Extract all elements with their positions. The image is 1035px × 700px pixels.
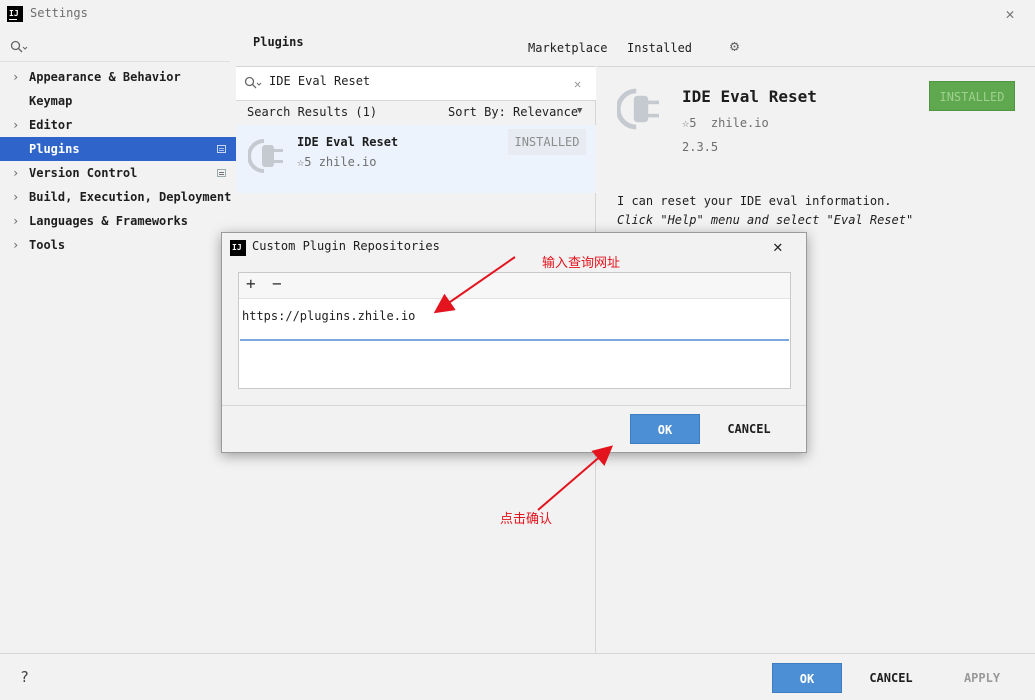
results-header: Search Results (1) Sort By: Relevance ▼ <box>236 101 596 125</box>
ok-button[interactable]: OK <box>772 663 842 693</box>
sidebar-item-label: Appearance & Behavior <box>29 70 181 84</box>
chevron-right-icon[interactable]: › <box>12 65 19 89</box>
project-settings-icon <box>217 145 226 153</box>
installed-badge: INSTALLED <box>508 129 586 155</box>
plugin-plug-icon <box>615 85 665 136</box>
dialog-divider <box>222 405 806 406</box>
sidebar-item-label: Editor <box>29 118 73 132</box>
app-logo-icon: IJ <box>230 240 246 256</box>
search-icon <box>10 40 28 57</box>
input-underline <box>240 339 789 341</box>
chevron-right-icon[interactable]: › <box>12 161 19 185</box>
sidebar-item-tools[interactable]: › Tools <box>0 233 236 257</box>
bottom-bar: ? OK CANCEL APPLY <box>0 653 1035 700</box>
dialog-cancel-button[interactable]: CANCEL <box>718 414 780 444</box>
results-count-label: Search Results (1) <box>247 105 378 119</box>
installed-button[interactable]: INSTALLED <box>929 81 1015 111</box>
add-repository-button[interactable]: + <box>246 274 256 293</box>
chevron-down-icon[interactable]: ▼ <box>577 106 582 116</box>
dialog-title: Custom Plugin Repositories <box>252 239 440 253</box>
sidebar-item-languages-frameworks[interactable]: › Languages & Frameworks <box>0 209 236 233</box>
clear-search-icon[interactable]: ✕ <box>574 77 581 91</box>
sidebar-item-label: Version Control <box>29 166 138 180</box>
annotation-input-note: 输入查询网址 <box>542 256 621 271</box>
list-toolbar: + − <box>239 273 790 299</box>
sidebar-item-label: Keymap <box>29 94 73 108</box>
chevron-right-icon[interactable]: › <box>12 209 19 233</box>
apply-button[interactable]: APPLY <box>950 663 1014 693</box>
sidebar-item-plugins[interactable]: Plugins <box>0 137 236 161</box>
detail-rating: ☆5 zhile.io <box>682 116 769 130</box>
plugin-name: IDE Eval Reset <box>297 135 399 149</box>
app-logo-icon: IJ <box>7 6 23 22</box>
close-icon[interactable]: ✕ <box>773 237 783 256</box>
window-title: Settings <box>30 6 88 20</box>
custom-repositories-dialog: IJ Custom Plugin Repositories ✕ + − http… <box>221 232 807 453</box>
sidebar-item-keymap[interactable]: Keymap <box>0 89 236 113</box>
tab-installed[interactable]: Installed <box>627 41 692 55</box>
sort-by-dropdown[interactable]: Sort By: Relevance <box>448 105 578 119</box>
chevron-right-icon[interactable]: › <box>12 233 19 257</box>
project-settings-icon <box>217 169 226 177</box>
sidebar-item-label: Languages & Frameworks <box>29 214 188 228</box>
chevron-right-icon[interactable]: › <box>12 185 19 209</box>
help-button[interactable]: ? <box>20 668 29 686</box>
title-bar: IJ Settings ✕ <box>0 0 1035 28</box>
cancel-button[interactable]: CANCEL <box>860 663 922 693</box>
detail-description-hint: Click "Help" menu and select "Eval Reset… <box>617 213 914 227</box>
detail-rating-value: 5 <box>689 116 697 130</box>
settings-sidebar: › Appearance & Behavior Keymap › Editor Plugi… <box>0 28 236 653</box>
chevron-right-icon[interactable]: › <box>12 113 19 137</box>
detail-version: 2.3.5 <box>682 140 719 154</box>
sidebar-item-build-execution-deployment[interactable]: › Build, Execution, Deployment <box>0 185 236 209</box>
detail-plugin-name: IDE Eval Reset <box>682 87 817 106</box>
plugins-title: Plugins <box>253 35 304 49</box>
plugin-result-row[interactable]: IDE Eval Reset ☆5 zhile.io INSTALLED <box>236 125 596 193</box>
sidebar-item-appearance-behavior[interactable]: › Appearance & Behavior <box>0 65 236 89</box>
detail-description: I can reset your IDE eval information. <box>617 194 892 208</box>
tab-marketplace[interactable]: Marketplace <box>528 41 607 55</box>
plugin-search-input[interactable]: IDE Eval Reset ✕ <box>236 67 596 101</box>
settings-search-input[interactable] <box>0 36 230 62</box>
sidebar-item-label: Plugins <box>29 142 80 156</box>
close-icon[interactable]: ✕ <box>1001 5 1019 23</box>
plugin-rating-value: 5 <box>304 155 312 169</box>
sidebar-item-version-control[interactable]: › Version Control <box>0 161 236 185</box>
repository-url-input[interactable]: https://plugins.zhile.io <box>242 309 415 323</box>
search-icon <box>244 76 262 93</box>
repository-list: + − https://plugins.zhile.io <box>238 272 791 389</box>
dialog-ok-button[interactable]: OK <box>630 414 700 444</box>
plugin-plug-icon <box>247 137 288 178</box>
plugin-vendor: zhile.io <box>318 155 377 169</box>
gear-icon[interactable]: ⚙ <box>730 37 739 55</box>
plugin-search-value: IDE Eval Reset <box>269 74 371 88</box>
sidebar-item-label: Build, Execution, Deployment <box>29 190 232 204</box>
sidebar-item-editor[interactable]: › Editor <box>0 113 236 137</box>
annotation-confirm-note: 点击确认 <box>500 512 553 527</box>
sidebar-item-label: Tools <box>29 238 66 252</box>
detail-vendor: zhile.io <box>710 116 769 130</box>
remove-repository-button[interactable]: − <box>272 274 282 293</box>
plugin-rating: ☆5 zhile.io <box>297 155 377 169</box>
